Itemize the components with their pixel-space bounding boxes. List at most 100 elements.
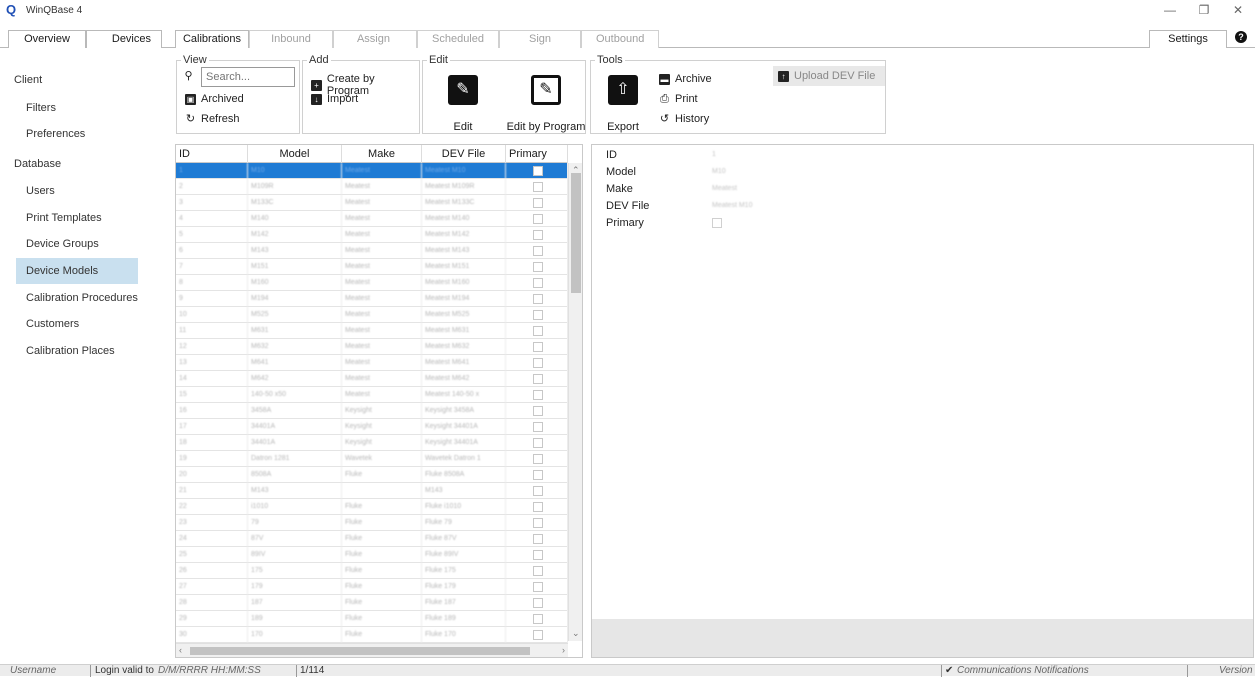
primary-checkbox[interactable] bbox=[533, 518, 543, 528]
table-row[interactable]: 25 89IV Fluke Fluke 89IV bbox=[176, 547, 568, 563]
table-row[interactable]: 22 i1010 Fluke Fluke i1010 bbox=[176, 499, 568, 515]
table-row[interactable]: 17 34401A Keysight Keysight 34401A bbox=[176, 419, 568, 435]
primary-checkbox[interactable] bbox=[533, 374, 543, 384]
primary-checkbox[interactable] bbox=[533, 294, 543, 304]
table-row[interactable]: 21 M143 M143 bbox=[176, 483, 568, 499]
sidebar-item-filters[interactable]: Filters bbox=[26, 95, 56, 121]
table-row[interactable]: 6 M143 Meatest Meatest M143 bbox=[176, 243, 568, 259]
primary-checkbox[interactable] bbox=[533, 438, 543, 448]
table-row[interactable]: 10 M525 Meatest Meatest M525 bbox=[176, 307, 568, 323]
primary-checkbox[interactable] bbox=[533, 630, 543, 640]
table-row[interactable]: 27 179 Fluke Fluke 179 bbox=[176, 579, 568, 595]
sidebar-item-device-models[interactable]: Device Models bbox=[16, 258, 138, 284]
table-row[interactable]: 26 175 Fluke Fluke 175 bbox=[176, 563, 568, 579]
table-row[interactable]: 2 M109R Meatest Meatest M109R bbox=[176, 179, 568, 195]
header-make[interactable]: Make bbox=[342, 145, 422, 163]
sidebar-item-users[interactable]: Users bbox=[26, 178, 55, 204]
table-row[interactable]: 23 79 Fluke Fluke 79 bbox=[176, 515, 568, 531]
table-row[interactable]: 5 M142 Meatest Meatest M142 bbox=[176, 227, 568, 243]
scroll-down-icon[interactable]: ⌄ bbox=[572, 628, 580, 639]
primary-checkbox[interactable] bbox=[533, 342, 543, 352]
sidebar-item-preferences[interactable]: Preferences bbox=[26, 121, 85, 147]
vertical-scroll-thumb[interactable] bbox=[571, 173, 581, 293]
sidebar-database[interactable]: Database bbox=[14, 151, 61, 177]
primary-checkbox[interactable] bbox=[533, 550, 543, 560]
table-row[interactable]: 16 3458A Keysight Keysight 3458A bbox=[176, 403, 568, 419]
primary-checkbox[interactable] bbox=[533, 566, 543, 576]
tab-scheduled[interactable]: Scheduled bbox=[417, 30, 499, 48]
primary-checkbox[interactable] bbox=[533, 598, 543, 608]
tab-overview[interactable]: Overview bbox=[8, 30, 86, 48]
primary-checkbox[interactable] bbox=[533, 470, 543, 480]
refresh-button[interactable]: ↻ Refresh bbox=[185, 113, 240, 125]
archived-button[interactable]: ▣ Archived bbox=[185, 93, 244, 105]
primary-checkbox[interactable] bbox=[533, 358, 543, 368]
header-model[interactable]: Model bbox=[248, 145, 342, 163]
table-row[interactable]: 15 140-50 x50 Meatest Meatest 140-50 x bbox=[176, 387, 568, 403]
primary-checkbox[interactable] bbox=[533, 278, 543, 288]
close-icon[interactable]: ✕ bbox=[1221, 0, 1255, 20]
primary-checkbox[interactable] bbox=[533, 230, 543, 240]
table-row[interactable]: 20 8508A Fluke Fluke 8508A bbox=[176, 467, 568, 483]
print-button[interactable]: ⎙ Print bbox=[659, 93, 698, 105]
primary-checkbox[interactable] bbox=[533, 406, 543, 416]
table-row[interactable]: 8 M160 Meatest Meatest M160 bbox=[176, 275, 568, 291]
table-row[interactable]: 9 M194 Meatest Meatest M194 bbox=[176, 291, 568, 307]
table-row[interactable]: 4 M140 Meatest Meatest M140 bbox=[176, 211, 568, 227]
primary-checkbox[interactable] bbox=[533, 198, 543, 208]
header-id[interactable]: ID bbox=[176, 145, 248, 163]
edit-by-program-button[interactable]: ✎ Edit by Program bbox=[505, 75, 587, 133]
table-row[interactable]: 24 87V Fluke Fluke 87V bbox=[176, 531, 568, 547]
vertical-scrollbar[interactable]: ⌃ ⌄ bbox=[568, 163, 582, 641]
header-primary[interactable]: Primary bbox=[506, 145, 568, 163]
table-row[interactable]: 13 M641 Meatest Meatest M641 bbox=[176, 355, 568, 371]
sidebar-item-device-groups[interactable]: Device Groups bbox=[26, 231, 99, 257]
tab-devices[interactable]: Devices bbox=[86, 30, 162, 48]
sidebar-item-print-templates[interactable]: Print Templates bbox=[26, 205, 102, 231]
horizontal-scroll-thumb[interactable] bbox=[190, 647, 530, 655]
tab-inbound[interactable]: Inbound bbox=[249, 30, 333, 48]
primary-checkbox[interactable] bbox=[533, 502, 543, 512]
table-row[interactable]: 3 M133C Meatest Meatest M133C bbox=[176, 195, 568, 211]
horizontal-scrollbar[interactable]: ‹ › bbox=[176, 643, 568, 657]
sidebar-item-customers[interactable]: Customers bbox=[26, 311, 79, 337]
sidebar-item-calibration-places[interactable]: Calibration Places bbox=[26, 338, 115, 364]
table-row[interactable]: 28 187 Fluke Fluke 187 bbox=[176, 595, 568, 611]
minimize-icon[interactable]: — bbox=[1153, 0, 1187, 20]
tab-sign[interactable]: Sign bbox=[499, 30, 581, 48]
search-input[interactable] bbox=[201, 67, 295, 87]
restore-icon[interactable]: ❐ bbox=[1187, 0, 1221, 20]
primary-checkbox[interactable] bbox=[533, 534, 543, 544]
export-button[interactable]: ⇧ Export bbox=[593, 75, 653, 133]
primary-checkbox[interactable] bbox=[533, 422, 543, 432]
table-row[interactable]: 1 M10 Meatest Meatest M10 bbox=[176, 163, 568, 179]
help-icon[interactable]: ? bbox=[1235, 31, 1247, 43]
primary-checkbox[interactable] bbox=[533, 614, 543, 624]
sidebar-client[interactable]: Client bbox=[14, 67, 42, 93]
table-row[interactable]: 30 170 Fluke Fluke 170 bbox=[176, 627, 568, 643]
table-row[interactable]: 19 Datron 1281 Wavetek Wavetek Datron 1 bbox=[176, 451, 568, 467]
tab-outbound[interactable]: Outbound bbox=[581, 30, 659, 48]
header-dev-file[interactable]: DEV File bbox=[422, 145, 506, 163]
scroll-left-icon[interactable]: ‹ bbox=[179, 645, 182, 655]
table-row[interactable]: 18 34401A Keysight Keysight 34401A bbox=[176, 435, 568, 451]
primary-checkbox[interactable] bbox=[533, 454, 543, 464]
status-notifications[interactable]: Communications Notifications bbox=[957, 665, 1089, 677]
primary-checkbox[interactable] bbox=[533, 246, 543, 256]
primary-checkbox[interactable] bbox=[533, 582, 543, 592]
table-row[interactable]: 29 189 Fluke Fluke 189 bbox=[176, 611, 568, 627]
sidebar-item-calibration-procedures[interactable]: Calibration Procedures bbox=[26, 285, 138, 311]
tab-settings[interactable]: Settings bbox=[1149, 30, 1227, 48]
tab-calibrations[interactable]: Calibrations bbox=[175, 30, 249, 48]
edit-button[interactable]: ✎ Edit bbox=[433, 75, 493, 133]
table-row[interactable]: 12 M632 Meatest Meatest M632 bbox=[176, 339, 568, 355]
scroll-right-icon[interactable]: › bbox=[562, 645, 565, 655]
primary-checkbox[interactable] bbox=[533, 214, 543, 224]
primary-checkbox[interactable] bbox=[533, 262, 543, 272]
table-row[interactable]: 11 M631 Meatest Meatest M631 bbox=[176, 323, 568, 339]
primary-checkbox[interactable] bbox=[533, 310, 543, 320]
primary-checkbox[interactable] bbox=[533, 182, 543, 192]
primary-checkbox[interactable] bbox=[533, 390, 543, 400]
upload-dev-file-button[interactable]: ↑ Upload DEV File bbox=[773, 66, 885, 86]
tab-assign[interactable]: Assign bbox=[333, 30, 417, 48]
